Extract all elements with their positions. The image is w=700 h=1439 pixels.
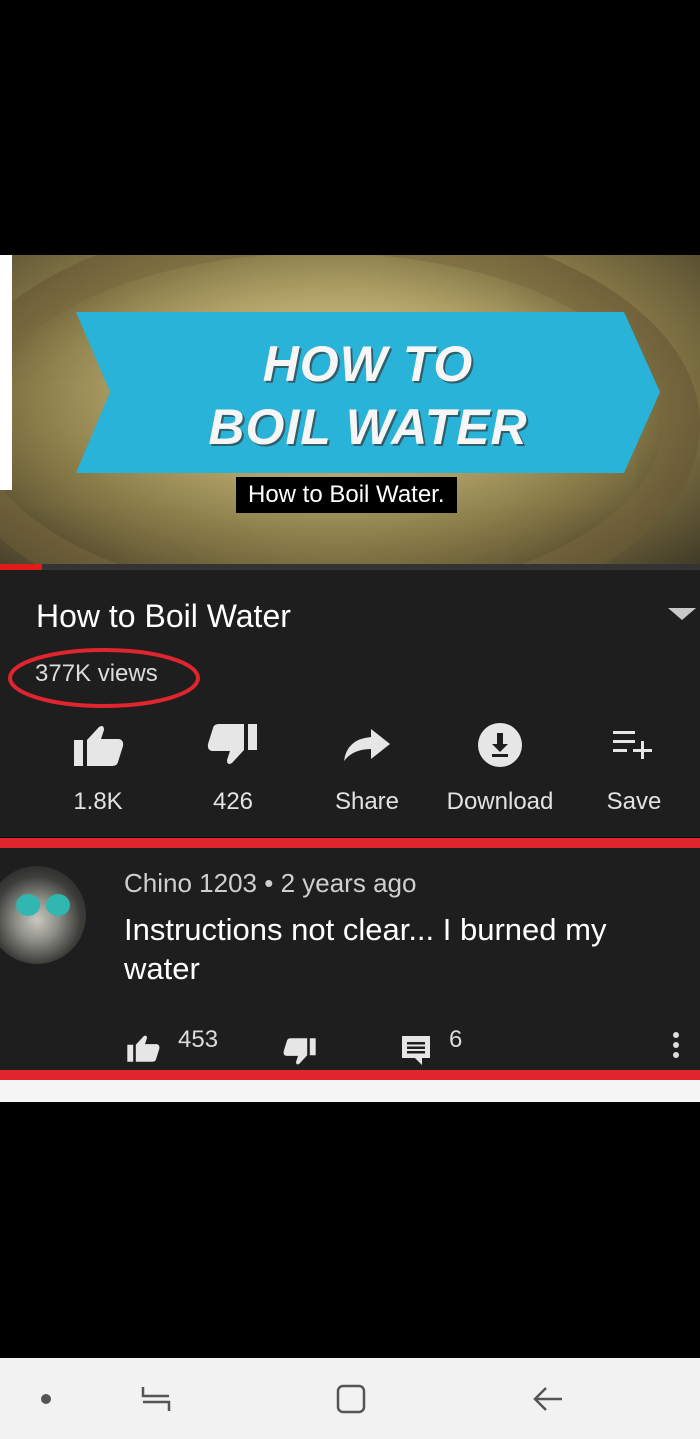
meta-separator: •	[264, 868, 274, 898]
comment-meta: Chino 1203 • 2 years ago	[124, 868, 416, 899]
banner-title-line1: HOW TO	[262, 336, 474, 392]
thumbs-down-icon	[283, 1038, 316, 1065]
save-label: Save	[606, 788, 662, 815]
comment-author[interactable]: Chino 1203	[124, 868, 257, 898]
comment-text: Instructions not clear... I burned my wa…	[124, 912, 607, 986]
share-icon	[302, 720, 432, 770]
share-label: Share	[334, 788, 400, 815]
back-icon[interactable]	[518, 1378, 578, 1420]
download-icon	[435, 720, 565, 770]
download-label: Download	[446, 788, 554, 815]
more-options-icon[interactable]	[670, 1032, 682, 1062]
comment-item: Chino 1203 • 2 years ago Instructions no…	[0, 848, 700, 1070]
dislike-button[interactable]: 426	[168, 720, 298, 816]
share-button[interactable]: Share	[302, 720, 432, 816]
dot-icon[interactable]	[16, 1378, 76, 1420]
thumbs-up-icon	[33, 720, 163, 770]
screenshot-edge-strip	[0, 1080, 700, 1102]
banner-title-line2: BOIL WATER	[208, 399, 528, 455]
avatar-eye-left	[16, 894, 40, 916]
view-count: 377K views	[35, 660, 158, 687]
comment-dislike-button[interactable]	[283, 1038, 317, 1071]
expand-chevron-icon[interactable]	[668, 608, 696, 620]
avatar-eye-right	[46, 894, 70, 916]
comment-reply-button[interactable]	[400, 1034, 432, 1071]
comment-age: 2 years ago	[280, 868, 417, 898]
avatar[interactable]	[0, 866, 86, 964]
save-button[interactable]: Save	[569, 720, 699, 816]
add-to-playlist-icon	[569, 720, 699, 770]
comment-reply-count: 6	[449, 1026, 463, 1053]
title-banner: HOW TO BOIL WATER	[76, 310, 660, 475]
thumbs-down-icon	[168, 720, 298, 770]
comment-like-count: 453	[178, 1026, 219, 1053]
like-count: 1.8K	[73, 788, 123, 815]
highlight-border-top	[0, 838, 700, 848]
highlight-border-bottom	[0, 1070, 700, 1080]
video-info-panel: How to Boil Water 377K views 1.8K 426 Sh…	[0, 570, 700, 837]
closed-caption: How to Boil Water.	[236, 477, 457, 513]
home-icon[interactable]	[321, 1378, 381, 1420]
download-button[interactable]: Download	[435, 720, 565, 816]
dislike-count: 426	[212, 788, 254, 815]
screenshot-edge	[0, 255, 12, 490]
reply-icon	[402, 1036, 430, 1065]
like-button[interactable]: 1.8K	[33, 720, 163, 816]
recent-apps-icon[interactable]	[126, 1378, 186, 1420]
thumbs-up-icon	[127, 1035, 160, 1062]
comment-like-button[interactable]	[126, 1034, 160, 1067]
android-nav-bar	[0, 1358, 700, 1439]
video-thumbnail[interactable]: HOW TO BOIL WATER How to Boil Water.	[0, 255, 700, 568]
video-title: How to Boil Water	[36, 598, 291, 634]
